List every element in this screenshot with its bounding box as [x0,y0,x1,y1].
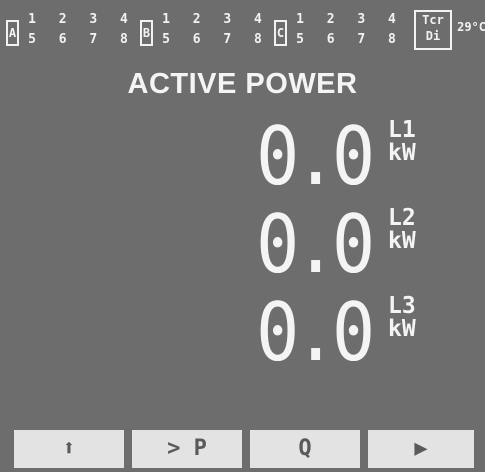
unit-label: kW [388,316,416,342]
phase-label: L2 [388,205,416,231]
reading-l2: 0.0 L2 kW [256,200,456,290]
group-b-label: B [140,20,153,46]
channel: 5 [296,32,304,47]
channel: 8 [388,32,396,47]
reading-value: 0.0 [256,198,375,291]
channel: 3 [89,12,98,27]
status-bar: A 1 2 3 4 5 6 7 8 B 1 2 3 4 5 6 7 8 C 1 … [6,8,485,56]
channel: 2 [192,12,201,27]
unit-label: kW [388,228,416,254]
reading-l3: 0.0 L3 kW [256,288,456,378]
softkey-bar: ⬆ > P Q ▶ [14,430,474,468]
channel: 1 [162,12,170,27]
softkey-p[interactable]: > P [132,430,242,468]
group-a-label: A [6,20,19,46]
reading-l1: 0.0 L1 kW [256,112,456,202]
channel: 5 [28,32,36,47]
group-c-channels: 1 2 3 4 5 6 7 8 [290,10,402,50]
unit-label: kW [388,140,416,166]
channel: 2 [326,12,335,27]
temperature-readout: 29°C [457,20,485,34]
softkey-q[interactable]: Q [250,430,360,468]
channel: 4 [120,12,128,27]
phase-label: L3 [388,293,416,319]
group-b-channels: 1 2 3 4 5 6 7 8 [156,10,268,50]
page-title: ACTIVE POWER [127,68,358,100]
group-a-channels: 1 2 3 4 5 6 7 8 [22,10,134,50]
meter-display: A 1 2 3 4 5 6 7 8 B 1 2 3 4 5 6 7 8 C 1 … [0,0,485,472]
reading-value: 0.0 [256,110,375,203]
channel: 3 [357,12,366,27]
channel: 8 [254,32,262,47]
channel: 2 [58,12,67,27]
softkey-q-label: Q [298,436,312,461]
channel: 7 [223,32,232,47]
channel: 5 [162,32,170,47]
channel: 4 [254,12,262,27]
softkey-up[interactable]: ⬆ [14,430,124,468]
group-c-label: C [274,20,287,46]
channel: 4 [388,12,396,27]
channel: 6 [58,32,67,47]
channel: 7 [357,32,366,47]
reading-value: 0.0 [256,286,375,379]
channel: 1 [296,12,304,27]
phase-label: L1 [388,117,416,143]
channel: 1 [28,12,36,27]
channel: 8 [120,32,128,47]
up-arrow-icon: ⬆ [62,436,76,461]
channel: 3 [223,12,232,27]
channel: 7 [89,32,98,47]
softkey-p-label: > P [167,436,207,461]
channel: 6 [192,32,201,47]
channel: 6 [326,32,335,47]
play-right-icon: ▶ [414,436,428,461]
softkey-next[interactable]: ▶ [368,430,474,468]
